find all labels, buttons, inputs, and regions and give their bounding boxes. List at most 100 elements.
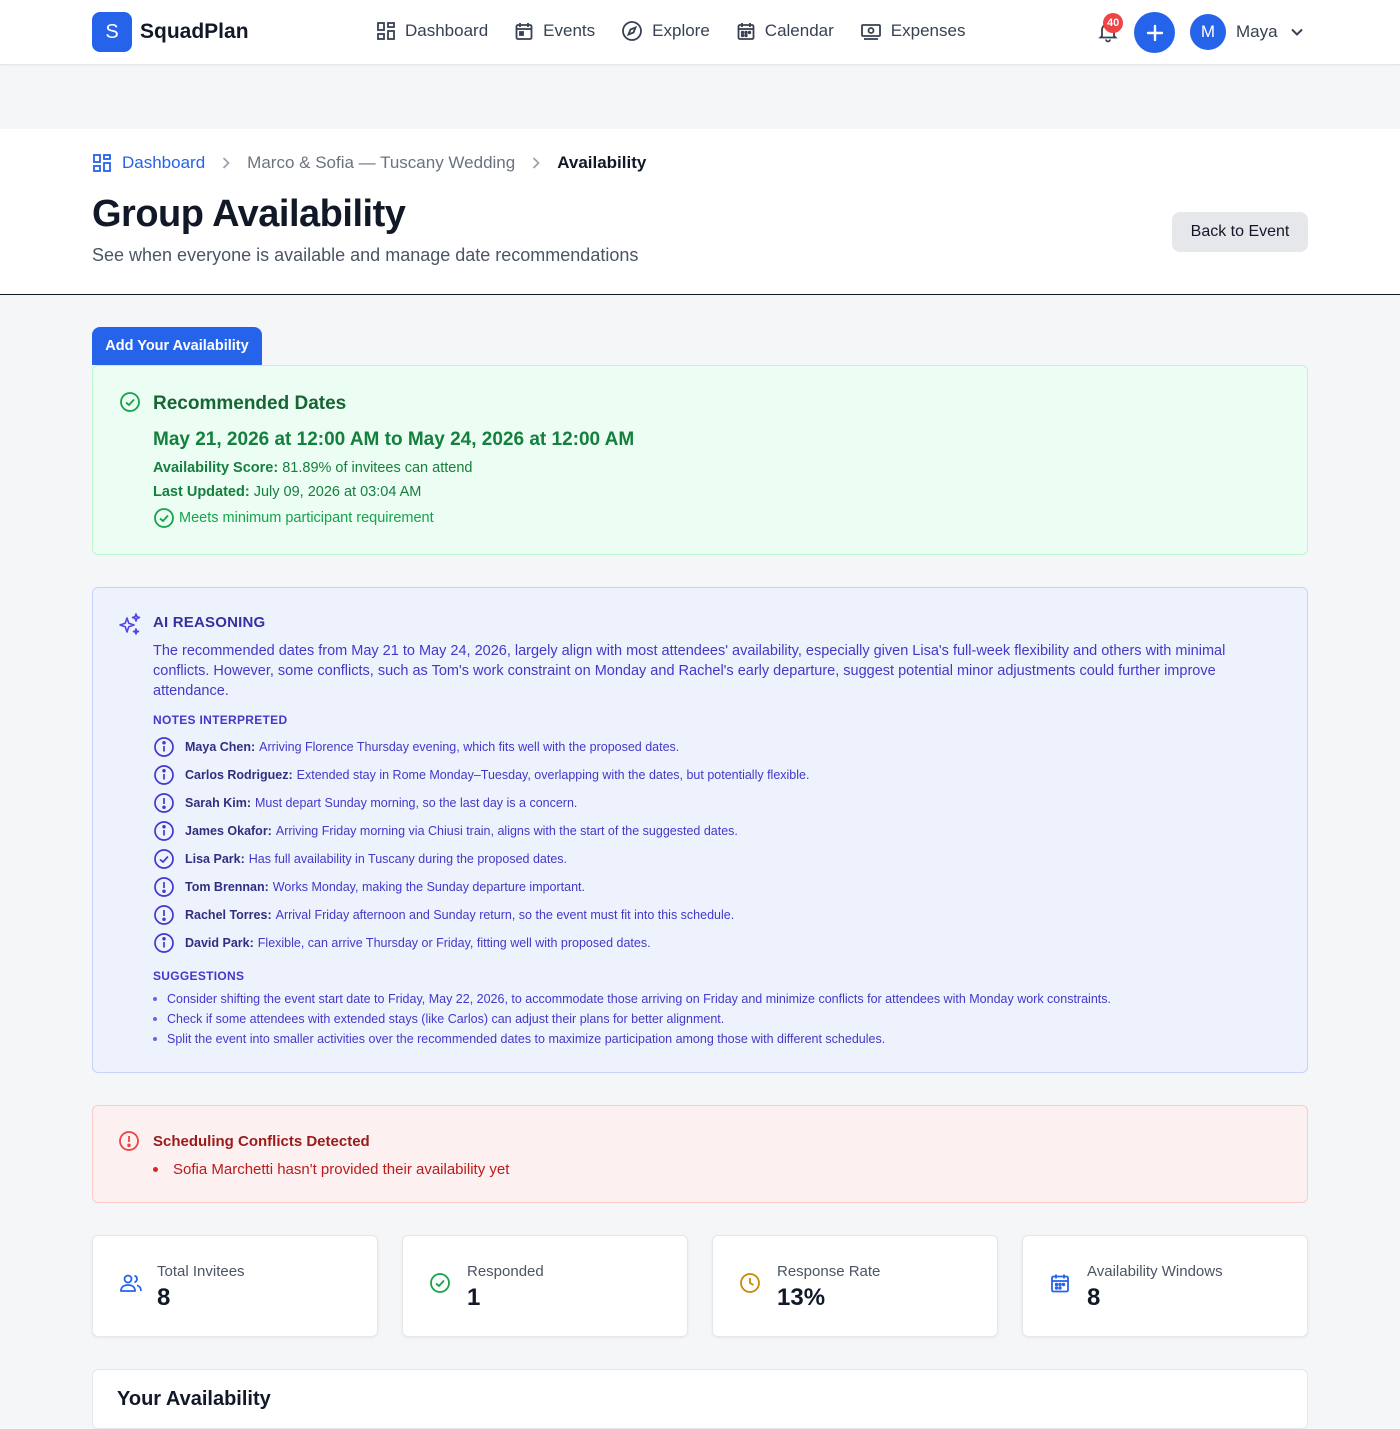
availability-score-value: 81.89% of invitees can attend — [282, 460, 473, 476]
dashboard-grid-icon — [93, 154, 111, 172]
ai-reasoning-text: The recommended dates from May 21 to May… — [153, 643, 1226, 699]
note-item: Sarah Kim: Must depart Sunday morning, so… — [153, 789, 809, 817]
alert-icon — [154, 793, 174, 813]
note-text: Arriving Florence Thursday evening, whic… — [259, 740, 680, 754]
recommended-dates: May 21, 2026 at 12:00 AM to May 24, 2026… — [153, 429, 635, 450]
breadcrumb-dashboard[interactable]: Dashboard — [92, 153, 205, 173]
note-item: Tom Brennan: Works Monday, making the Sun… — [153, 873, 809, 901]
note-name: Sarah Kim: — [185, 796, 251, 810]
note-name: David Park: — [185, 936, 254, 950]
dashboard-grid-icon — [377, 22, 395, 40]
nav-expenses[interactable]: Expenses — [860, 20, 966, 42]
check-icon — [154, 849, 174, 869]
availability-score-label: Availability Score: — [153, 460, 279, 476]
ai-reasoning-title: AI REASONING — [153, 614, 266, 631]
note-text: Arriving Friday morning via Chiusi train… — [275, 824, 738, 838]
note-text: Has full availability in Tuscany during … — [248, 852, 568, 866]
stat-value: 8 — [157, 1284, 171, 1311]
brand-name: SquadPlan — [140, 20, 249, 43]
note-name: Carlos Rodriguez: — [185, 768, 293, 782]
note-item: David Park: Flexible, can arrive Thursday… — [153, 929, 809, 957]
nav-expenses-label: Expenses — [890, 21, 966, 40]
nav-dashboard-label: Dashboard — [405, 21, 489, 40]
avatar: M — [1190, 14, 1226, 50]
suggestion-item: Consider shifting the event start date t… — [153, 989, 1111, 1009]
breadcrumb: Dashboard Marco & Sofia — Tuscany Weddin… — [92, 153, 646, 173]
alert-circle-icon — [119, 1131, 139, 1151]
nav-events[interactable]: Events — [514, 20, 595, 42]
nav-explore[interactable]: Explore — [621, 20, 710, 42]
nav-events-label: Events — [543, 21, 596, 40]
stat-value: 1 — [467, 1284, 481, 1311]
note-text: Flexible, can arrive Thursday or Friday,… — [257, 936, 651, 950]
page-subtitle: See when everyone is available and manag… — [92, 245, 639, 265]
top-nav: S SquadPlan Dashboard Events Explore Cal… — [0, 0, 1400, 65]
plus-icon — [1146, 24, 1163, 41]
note-name: Lisa Park: — [185, 852, 245, 866]
breadcrumb-event[interactable]: Marco & Sofia — Tuscany Wedding — [247, 153, 515, 173]
note-name: Tom Brennan: — [185, 880, 269, 894]
last-updated-value: July 09, 2026 at 03:04 AM — [253, 484, 422, 500]
stat-responded: Responded 1 — [402, 1235, 688, 1337]
stat-response-rate: Response Rate 13% — [712, 1235, 998, 1337]
note-item: Rachel Torres: Arrival Friday afternoon a… — [153, 901, 809, 929]
money-icon — [860, 24, 881, 40]
recommended-dates-card: Recommended Dates May 21, 2026 at 12:00 … — [92, 365, 1308, 555]
breadcrumb-current: Availability — [557, 153, 647, 172]
check-circle-icon — [120, 392, 140, 412]
chevron-right-icon — [221, 156, 231, 170]
stat-value: 13% — [777, 1284, 826, 1311]
user-menu[interactable]: M Maya — [1190, 14, 1304, 50]
meets-requirement: Meets minimum participant requirement — [153, 507, 434, 529]
notes-list: Maya Chen: Arriving Florence Thursday eve… — [153, 733, 809, 957]
ai-reasoning-card: AI REASONING The recommended dates from … — [92, 587, 1308, 1073]
meets-requirement-text: Meets minimum participant requirement — [179, 510, 434, 526]
brand[interactable]: S SquadPlan — [92, 12, 249, 52]
event-calendar-icon — [515, 23, 533, 40]
recommended-title: Recommended Dates — [153, 393, 347, 414]
stat-label: Response Rate — [777, 1263, 881, 1280]
note-text: Works Monday, making the Sunday departur… — [272, 880, 585, 894]
info-icon — [154, 821, 174, 841]
stat-label: Availability Windows — [1087, 1263, 1223, 1280]
conflicts-title: Scheduling Conflicts Detected — [153, 1133, 370, 1150]
calendar-icon — [1051, 1274, 1069, 1293]
brand-logo: S — [92, 12, 132, 52]
check-circle-icon — [154, 508, 174, 528]
breadcrumb-dashboard-label: Dashboard — [122, 153, 206, 172]
your-availability-card: Your Availability — [92, 1369, 1308, 1429]
note-item: Maya Chen: Arriving Florence Thursday eve… — [153, 733, 809, 761]
note-name: James Okafor: — [185, 824, 272, 838]
users-icon — [120, 1274, 142, 1292]
note-text: Arrival Friday afternoon and Sunday retu… — [275, 908, 735, 922]
add-availability-button[interactable]: Add Your Availability — [92, 327, 262, 365]
last-updated-label: Last Updated: — [153, 484, 250, 500]
back-to-event-button[interactable]: Back to Event — [1172, 212, 1308, 252]
suggestions-title: SUGGESTIONS — [153, 969, 245, 983]
chevron-down-icon — [1290, 28, 1303, 36]
conflict-item: Sofia Marchetti hasn't provided their av… — [153, 1161, 509, 1178]
last-updated: Last Updated: July 09, 2026 at 03:04 AM — [153, 484, 421, 500]
note-item: James Okafor: Arriving Friday morning via… — [153, 817, 809, 845]
sparkles-icon — [119, 613, 141, 635]
stat-value: 8 — [1087, 1284, 1101, 1311]
calendar-icon — [737, 23, 755, 40]
compass-icon — [622, 21, 643, 41]
nav-calendar-label: Calendar — [764, 21, 834, 40]
create-button[interactable] — [1134, 12, 1175, 53]
stat-total-invitees: Total Invitees 8 — [92, 1235, 378, 1337]
chevron-right-icon — [531, 156, 541, 170]
notification-badge: 40 — [1103, 13, 1124, 33]
suggestion-item: Check if some attendees with extended st… — [153, 1009, 1111, 1029]
nav-links: Dashboard Events Explore Calendar Expens… — [376, 20, 991, 42]
user-name: Maya — [1236, 22, 1278, 41]
page-title: Group Availability — [92, 193, 406, 235]
note-text: Extended stay in Rome Monday–Tuesday, ov… — [296, 768, 810, 782]
suggestions-list: Consider shifting the event start date t… — [153, 989, 1111, 1049]
nav-explore-label: Explore — [652, 21, 710, 40]
note-name: Rachel Torres: — [185, 908, 272, 922]
suggestion-item: Split the event into smaller activities … — [153, 1029, 1111, 1049]
nav-calendar[interactable]: Calendar — [736, 20, 834, 42]
nav-dashboard[interactable]: Dashboard — [376, 20, 488, 42]
stat-label: Total Invitees — [157, 1263, 245, 1280]
